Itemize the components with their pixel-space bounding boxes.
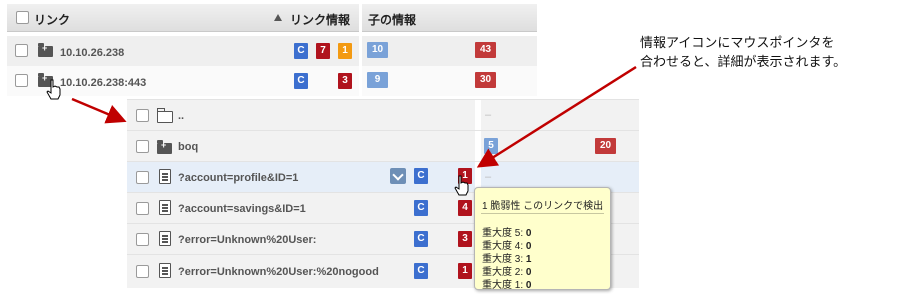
annotation-text: 情報アイコンにマウスポインタを 合わせると、詳細が表示されます。: [640, 33, 846, 71]
pointer-arrow: [476, 65, 637, 168]
hand-cursor-icon: [46, 79, 61, 100]
hand-cursor-icon: [454, 175, 469, 196]
annotation-line-1: 情報アイコンにマウスポインタを: [640, 35, 835, 50]
annotation-line-2: 合わせると、詳細が表示されます。: [640, 54, 847, 69]
expand-arrow: [71, 97, 127, 124]
